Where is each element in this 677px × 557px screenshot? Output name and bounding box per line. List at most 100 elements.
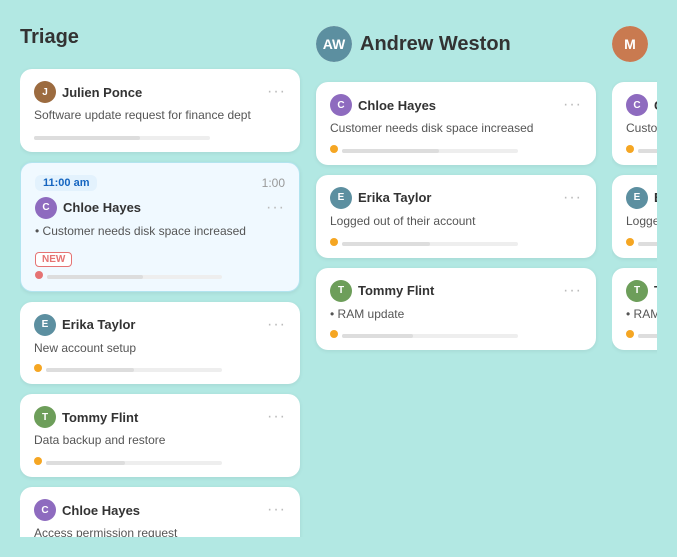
new-tag: NEW (35, 252, 72, 267)
card[interactable]: TTomm···RAM up (612, 268, 657, 351)
priority-dot (626, 145, 634, 153)
card-description: Customer (626, 120, 657, 137)
card-description: RAM up (626, 306, 657, 323)
progress-bar (342, 242, 430, 246)
user-avatar: E (34, 314, 56, 336)
card[interactable]: CChloe Hayes···Customer needs disk space… (316, 82, 596, 165)
card-description: New account setup (34, 340, 286, 357)
column-title: Ma (656, 33, 657, 56)
duration-badge: 1:00 (262, 176, 285, 190)
user-name: Tomm (654, 283, 657, 298)
card[interactable]: TTommy Flint··· RAM update (316, 268, 596, 351)
user-name: Chlo (654, 98, 657, 113)
card-menu-icon[interactable]: ··· (563, 282, 582, 300)
progress-bar (638, 149, 657, 153)
user-avatar: C (35, 197, 57, 219)
priority-dot (34, 457, 42, 465)
card-user-row: TTommy Flint··· (330, 280, 582, 302)
card-footer-bar (34, 364, 286, 372)
card-user-row: E Erika Taylor ··· (34, 314, 286, 336)
progress-bar-container (46, 368, 222, 372)
card-menu-icon[interactable]: ··· (563, 189, 582, 207)
board: Triage JJulien Ponce··· Software update re… (20, 20, 657, 537)
card-menu-icon[interactable]: ··· (266, 199, 285, 217)
user-name: Erika Taylor (358, 190, 557, 205)
column-title: Triage (20, 26, 79, 49)
progress-bar-container (34, 136, 210, 140)
card-footer-bar (35, 271, 285, 279)
priority-dot (330, 145, 338, 153)
user-name: Erika (654, 190, 657, 205)
card-user-row: T Tommy Flint ··· (34, 406, 286, 428)
card[interactable]: CChlo··· Customer (612, 82, 657, 165)
time-badge: 11:00 am (35, 175, 97, 191)
card-description: Software update request for finance dept (34, 107, 286, 124)
column-andrew-weston: AWAndrew WestonCChloe Hayes···Customer n… (316, 20, 596, 537)
user-avatar: J (34, 81, 56, 103)
progress-bar-container (342, 149, 518, 153)
column-avatar: M (612, 26, 648, 62)
column-header-andrew-weston: AWAndrew Weston (316, 20, 596, 72)
card-user-row: TTomm··· (626, 280, 657, 302)
card-time-row: 11:00 am 1:00 (35, 175, 285, 191)
card[interactable]: E Erika Taylor ··· New account setup (20, 302, 300, 385)
card-menu-icon[interactable]: ··· (563, 96, 582, 114)
user-avatar: T (626, 280, 648, 302)
user-name: Tommy Flint (62, 410, 261, 425)
card-description: Logged o (626, 213, 657, 230)
progress-bar (342, 334, 413, 338)
user-avatar: E (626, 187, 648, 209)
progress-bar-container (342, 334, 518, 338)
card-user-row: C Chloe Hayes ··· (34, 499, 286, 521)
card-footer-bar (34, 457, 286, 465)
progress-bar (46, 461, 125, 465)
progress-bar (34, 136, 140, 140)
progress-bar-container (638, 242, 657, 246)
card-menu-icon[interactable]: ··· (267, 501, 286, 519)
card[interactable]: TTommy Flint···Data backup and restore (20, 394, 300, 477)
column-header-ma-column: M Ma (612, 20, 657, 72)
progress-bar-container (638, 334, 657, 338)
card-footer-bar (626, 330, 657, 338)
progress-bar (46, 368, 134, 372)
card-user-row: JJulien Ponce··· (34, 81, 286, 103)
priority-dot (626, 330, 634, 338)
progress-bar (47, 275, 143, 279)
progress-bar-container (46, 461, 222, 465)
progress-bar (638, 334, 657, 338)
user-name: Erika Taylor (62, 317, 261, 332)
card-description: Logged out of their account (330, 213, 582, 230)
column-title: Andrew Weston (360, 33, 511, 56)
card[interactable]: JJulien Ponce··· Software update request … (20, 69, 300, 152)
column-triage: Triage JJulien Ponce··· Software update re… (20, 20, 300, 537)
card-footer-bar (34, 132, 286, 140)
card-user-row: CChlo··· (626, 94, 657, 116)
user-avatar: C (34, 499, 56, 521)
user-avatar: T (34, 406, 56, 428)
progress-bar (342, 149, 439, 153)
user-avatar: T (330, 280, 352, 302)
user-avatar: E (330, 187, 352, 209)
card-menu-icon[interactable]: ··· (267, 408, 286, 426)
card-description: Customer needs disk space increased (330, 120, 582, 137)
column-header-triage: Triage (20, 20, 300, 59)
priority-dot (330, 330, 338, 338)
progress-bar-container (47, 275, 222, 279)
priority-dot (35, 271, 43, 279)
card[interactable]: EErika···Logged o (612, 175, 657, 258)
priority-dot (330, 238, 338, 246)
card-footer-bar (330, 145, 582, 153)
card[interactable]: CChloe Hayes···Access permission request (20, 487, 300, 537)
card-description: RAM update (330, 306, 582, 323)
user-name: Chloe Hayes (358, 98, 557, 113)
user-name: Chloe Hayes (63, 200, 260, 215)
card-footer-bar (330, 330, 582, 338)
card-menu-icon[interactable]: ··· (267, 316, 286, 334)
column-ma-column: MMaCChlo···CustomerEErika···Logged oTTom… (612, 20, 657, 537)
card-menu-icon[interactable]: ··· (267, 83, 286, 101)
card[interactable]: E Erika Taylor ··· Logged out of their acco… (316, 175, 596, 258)
user-name: Chloe Hayes (62, 503, 261, 518)
card-footer-bar (626, 238, 657, 246)
card-footer-bar (330, 238, 582, 246)
card[interactable]: 11:00 am1:00CChloe Hayes···Customer need… (20, 162, 300, 292)
